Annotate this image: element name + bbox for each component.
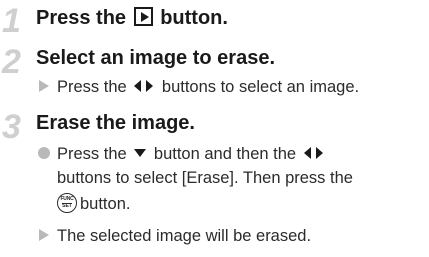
- step-1-title-prefix: Press the: [36, 7, 127, 29]
- step-1-title: Press the button.: [36, 7, 228, 28]
- func-set-button-icon: FUNC SET: [57, 193, 77, 213]
- step-2-instruction-suffix: buttons to select an image.: [161, 78, 360, 96]
- step-3-bullet-line-2: buttons to select [Erase]. Then press th…: [57, 169, 353, 187]
- left-right-buttons-icon: [134, 80, 154, 92]
- func-set-bottom-label: SET: [62, 203, 72, 209]
- playback-button-icon: [133, 7, 153, 26]
- step-number-2: 2: [2, 43, 21, 81]
- bullet-icon: [38, 147, 50, 159]
- step-2-instruction: Press the buttons to select an image.: [37, 79, 359, 96]
- left-right-buttons-icon: [303, 147, 323, 159]
- step-3-title: Erase the image.: [36, 112, 195, 134]
- step-1-title-suffix: button.: [160, 7, 228, 29]
- step-3-result: The selected image will be erased.: [37, 228, 311, 245]
- step-3-bullet-line-1: Press the button and then the: [37, 146, 325, 163]
- step-2-title: Select an image to erase.: [36, 47, 276, 69]
- step-number-3: 3: [2, 108, 21, 146]
- step-3-bullet-line-1-prefix: Press the: [57, 145, 127, 163]
- result-arrow-icon: [39, 80, 49, 92]
- down-button-icon: [134, 149, 147, 157]
- step-3-result-text: The selected image will be erased.: [57, 227, 312, 245]
- result-arrow-icon: [39, 229, 49, 241]
- step-number-1: 1: [2, 2, 21, 40]
- step-3-bullet-line-3-suffix: button.: [80, 195, 131, 213]
- step-3-bullet-line-1-middle: button and then the: [153, 145, 297, 163]
- func-set-top-label: FUNC: [60, 196, 74, 202]
- step-2-instruction-prefix: Press the: [57, 78, 127, 96]
- step-3-bullet-line-3: FUNC SET button.: [57, 193, 130, 213]
